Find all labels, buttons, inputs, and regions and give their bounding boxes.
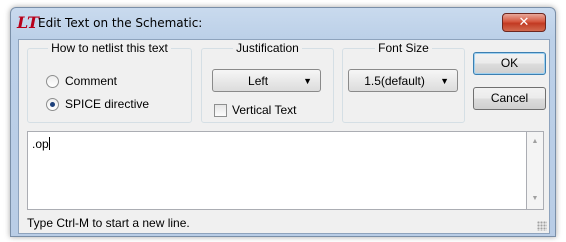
font-size-select[interactable]: 1.5(default) ▼	[348, 69, 458, 92]
comment-radio-option[interactable]: Comment	[46, 73, 117, 89]
close-button[interactable]: ✕	[502, 13, 546, 32]
text-input[interactable]: .op	[27, 131, 527, 210]
vertical-text-label[interactable]: Vertical Text	[232, 103, 296, 117]
font-size-value: 1.5(default)	[364, 73, 425, 88]
chevron-down-icon: ▼	[303, 75, 312, 86]
text-caret	[48, 137, 50, 150]
chevron-down-icon: ▼	[440, 75, 449, 86]
text-scrollbar[interactable]: ▲ ▼	[527, 131, 544, 210]
netlist-mode-group: How to netlist this text Comment SPICE d…	[27, 41, 192, 123]
justification-label: Justification	[233, 41, 302, 55]
ltspice-logo-icon: LT	[17, 13, 39, 32]
title-bar[interactable]: LT Edit Text on the Schematic: ✕	[11, 8, 555, 38]
vertical-text-checkbox[interactable]	[214, 103, 227, 117]
resize-grip-icon[interactable]	[537, 221, 547, 231]
dialog-body: How to netlist this text Comment SPICE d…	[18, 39, 550, 234]
spice-directive-radio-option[interactable]: SPICE directive	[46, 96, 149, 112]
scroll-down-icon[interactable]: ▼	[527, 191, 543, 207]
text-input-value: .op	[32, 137, 49, 151]
font-size-label: Font Size	[375, 41, 432, 55]
comment-radio[interactable]	[46, 74, 59, 88]
spice-directive-radio[interactable]	[46, 97, 59, 111]
font-size-group: Font Size 1.5(default) ▼	[342, 41, 465, 123]
hint-text: Type Ctrl-M to start a new line.	[27, 216, 190, 230]
netlist-mode-label: How to netlist this text	[48, 41, 171, 55]
spice-directive-radio-label[interactable]: SPICE directive	[65, 97, 149, 111]
comment-radio-label[interactable]: Comment	[65, 74, 117, 88]
justification-group: Justification Left ▼ Vertical Text	[201, 41, 334, 123]
scroll-up-icon[interactable]: ▲	[527, 134, 543, 150]
edit-text-dialog: LT Edit Text on the Schematic: ✕ How to …	[10, 7, 556, 237]
justification-select[interactable]: Left ▼	[212, 69, 321, 92]
dialog-title: Edit Text on the Schematic:	[38, 16, 203, 30]
justification-value: Left	[248, 73, 269, 88]
cancel-button[interactable]: Cancel	[473, 87, 546, 110]
ok-button[interactable]: OK	[473, 52, 546, 75]
vertical-text-option[interactable]: Vertical Text	[214, 103, 296, 117]
